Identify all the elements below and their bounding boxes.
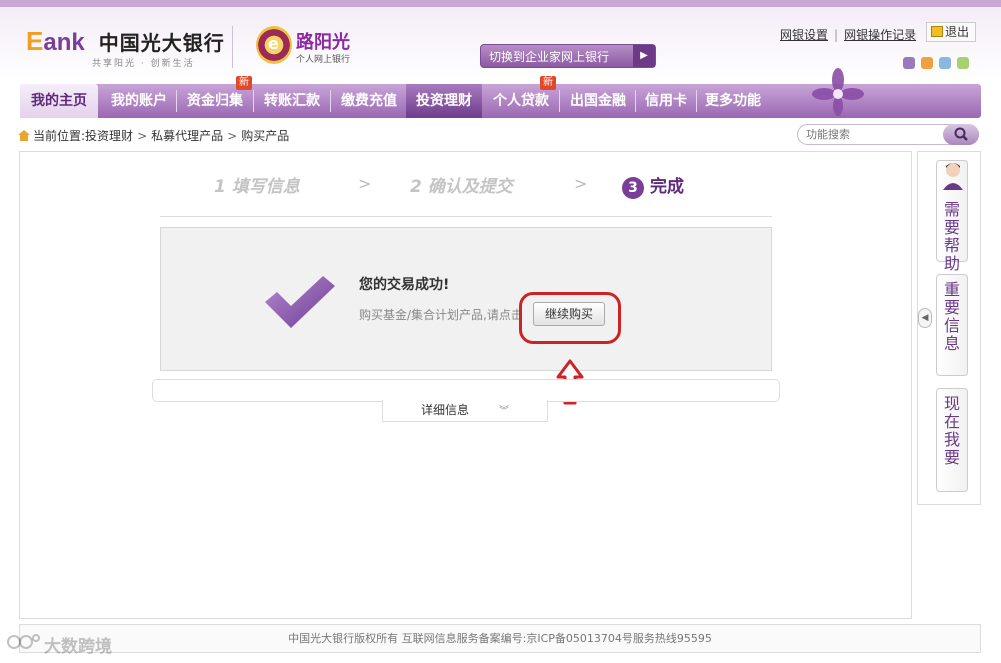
theme-swatch-blue[interactable] xyxy=(939,57,951,69)
result-description: 购买基金/集合计划产品,请点击 xyxy=(359,308,523,322)
new-badge: 新 xyxy=(236,76,252,90)
watermark-text: 大数跨境 xyxy=(44,637,112,657)
sub-brand-caption: 个人网上银行 xyxy=(296,55,351,65)
breadcrumb: 当前位置: 投资理财 > 私募代理产品 > 购买产品 xyxy=(18,127,289,144)
main-panel: 1 填写信息 > 2 确认及提交 > 3 完成 您的交易成功! 购买基金/集合计划… xyxy=(19,151,912,619)
sidebar-iwant-label: 现在我要 xyxy=(943,394,960,467)
breadcrumb-prefix: 当前位置: xyxy=(33,129,86,143)
theme-swatch-orange[interactable] xyxy=(921,57,933,69)
nav-item-credit-card[interactable]: 信用卡 xyxy=(637,84,695,118)
nav-divider xyxy=(635,90,636,112)
play-arrow-icon: ▶ xyxy=(633,45,655,67)
sidebar-important-info[interactable]: 重要信息 xyxy=(936,274,968,376)
breadcrumb-item-current: 购买产品 xyxy=(241,129,290,143)
slogan: 共享阳光 · 创新生活 xyxy=(92,59,195,69)
detail-bar xyxy=(152,379,780,402)
search-icon xyxy=(954,127,968,141)
nav-item-more[interactable]: 更多功能 xyxy=(698,84,768,118)
step-indicator: 1 填写信息 > 2 确认及提交 > 3 完成 xyxy=(20,172,913,202)
nav-divider xyxy=(559,90,560,112)
sidebar-info-label: 重要信息 xyxy=(943,280,960,353)
nav-item-payment[interactable]: 缴费充值 xyxy=(332,84,406,118)
footer: 中国光大银行版权所有 互联网信息服务备案编号:京ICP备05013704号服务热… xyxy=(19,624,981,653)
breadcrumb-item[interactable]: 投资理财 xyxy=(85,127,133,144)
step-3-label: 完成 xyxy=(650,177,684,197)
chevron-down-icon: ︾ xyxy=(499,406,509,417)
step-3-current: 3 完成 xyxy=(622,172,684,199)
nav-item-home[interactable]: 我的主页 xyxy=(20,84,98,118)
link-separator: | xyxy=(834,27,839,42)
breadcrumb-separator: > xyxy=(227,128,238,143)
logout-button[interactable]: 退出 xyxy=(926,22,976,42)
link-history[interactable]: 网银操作记录 xyxy=(844,26,916,43)
step-3-number: 3 xyxy=(622,177,644,199)
logo-ank: ank xyxy=(43,29,85,56)
switch-label: 切换到企业家网上银行 xyxy=(489,50,610,64)
sidebar-help-label: 需要帮助 xyxy=(943,200,960,273)
search-button[interactable] xyxy=(943,124,979,145)
nav-divider xyxy=(176,90,177,112)
customer-service-icon xyxy=(943,163,963,190)
checkmark-icon xyxy=(265,276,335,328)
flower-logo-icon xyxy=(812,68,864,116)
badge-letter: e xyxy=(268,34,279,53)
watermark-logo-icon xyxy=(7,634,40,649)
theme-swatches xyxy=(903,57,969,69)
breadcrumb-item[interactable]: 私募代理产品 xyxy=(151,127,223,144)
top-links: 网银设置 | 网银操作记录 xyxy=(780,26,916,43)
result-box: 您的交易成功! 购买基金/集合计划产品,请点击 继续购买 xyxy=(160,227,772,371)
step-arrow-icon: > xyxy=(358,174,372,193)
link-settings[interactable]: 网银设置 xyxy=(780,26,828,43)
sub-brand-name: 路阳光 xyxy=(296,32,350,53)
highlight-circle xyxy=(519,292,621,344)
function-search xyxy=(797,124,979,145)
logo-divider xyxy=(232,26,233,68)
nav-item-investment[interactable]: 投资理财 xyxy=(406,84,482,118)
detail-toggle[interactable]: 详细信息 ︾ xyxy=(382,400,548,422)
lock-icon xyxy=(931,26,943,37)
sidebar-i-want[interactable]: 现在我要 xyxy=(936,388,968,492)
collapse-toggle[interactable]: ◀ xyxy=(918,308,932,328)
ebank-logo[interactable]: E ank 中国光大银行 xyxy=(26,26,225,57)
switch-enterprise-button[interactable]: 切换到企业家网上银行 ▶ xyxy=(480,44,656,68)
result-title: 您的交易成功! xyxy=(359,277,450,293)
new-badge: 新 xyxy=(540,76,556,90)
bank-name: 中国光大银行 xyxy=(98,31,225,55)
breadcrumb-separator: > xyxy=(137,128,148,143)
step-2: 2 确认及提交 xyxy=(410,177,513,197)
logout-label: 退出 xyxy=(945,25,970,39)
nav-item-transfer[interactable]: 转账汇款 xyxy=(255,84,329,118)
step-divider xyxy=(160,216,772,217)
top-band xyxy=(0,0,1001,7)
detail-label: 详细信息 xyxy=(420,403,469,417)
nav-divider xyxy=(330,90,331,112)
right-sidebar: ◀ 需要帮助 重要信息 现在我要 xyxy=(917,151,981,505)
step-1: 1 填写信息 xyxy=(214,177,300,197)
nav-item-overseas[interactable]: 出国金融 xyxy=(561,84,635,118)
search-input[interactable] xyxy=(798,125,938,144)
theme-swatch-purple[interactable] xyxy=(903,57,915,69)
nav-divider xyxy=(696,90,697,112)
nav-divider xyxy=(253,90,254,112)
theme-swatch-green[interactable] xyxy=(957,57,969,69)
home-icon xyxy=(18,130,30,141)
nav-item-account[interactable]: 我的账户 xyxy=(102,84,176,118)
logo-e: E xyxy=(26,26,44,56)
step-arrow-icon: > xyxy=(574,174,588,193)
